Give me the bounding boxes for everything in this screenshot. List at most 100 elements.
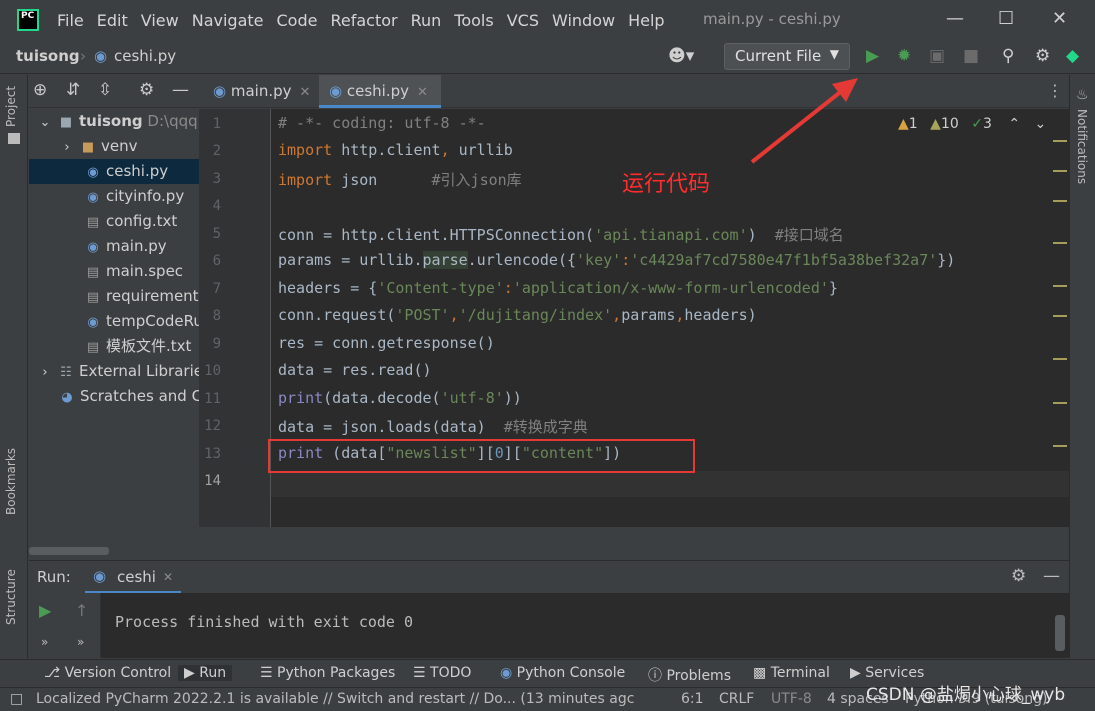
menu-view[interactable]: View	[141, 11, 179, 30]
menu-vcs[interactable]: VCS	[507, 11, 539, 30]
vertical-scrollbar[interactable]	[1055, 615, 1065, 651]
tree-item-label: tuisong	[79, 112, 143, 130]
menu-refactor[interactable]: Refactor	[330, 11, 397, 30]
tree-item-main[interactable]: ◉ main.py	[29, 234, 199, 259]
inspection-widget[interactable]: ▲1 ▲10 ✓3 ⌃ ⌄	[898, 116, 1046, 132]
tree-item-main-spec[interactable]: ▤ main.spec	[29, 259, 199, 284]
run-panel-title: Run:	[37, 568, 71, 586]
maximize-icon[interactable]: ☐	[998, 8, 1014, 29]
more-right-icon[interactable]: »	[77, 635, 84, 649]
tree-item-scratches[interactable]: ◕ Scratches and C	[29, 384, 199, 409]
chevron-right-icon: ›	[42, 365, 48, 380]
run-configuration-select[interactable]: Current File ▼	[724, 43, 850, 70]
menu-window[interactable]: Window	[552, 11, 615, 30]
more-left-icon[interactable]: »	[41, 635, 48, 649]
tab-version-control[interactable]: ⎇ Version Control	[44, 665, 171, 681]
tree-item-label: 模板文件.txt	[106, 337, 192, 355]
menu-help[interactable]: Help	[628, 11, 664, 30]
left-tool-strip: Project Bookmarks Structure	[0, 75, 28, 658]
tab-terminal[interactable]: ▩ Terminal	[753, 665, 830, 681]
tab-services[interactable]: ▶ Services	[850, 665, 924, 681]
scratches-icon: ◕	[61, 390, 73, 405]
status-box-icon[interactable]: □	[10, 691, 23, 707]
gear-icon[interactable]: ⚙	[1011, 566, 1026, 586]
locate-target-icon[interactable]: ⊕	[33, 80, 47, 100]
tree-item-tempcode[interactable]: ◉ tempCodeRu	[29, 309, 199, 334]
menu-tools[interactable]: Tools	[454, 11, 493, 30]
gear-icon[interactable]: ⚙	[1035, 46, 1050, 66]
menu-file[interactable]: File	[57, 11, 84, 30]
jetbrains-logo-icon[interactable]: ◆	[1066, 46, 1079, 66]
more-options-icon[interactable]: ⋮	[1047, 81, 1063, 100]
python-file-icon: ◉	[94, 47, 108, 65]
tab-python-packages[interactable]: ☰ Python Packages	[260, 665, 395, 681]
file-encoding[interactable]: UTF-8	[771, 691, 812, 707]
coverage-icon[interactable]: ▣	[929, 46, 945, 66]
tree-item-label: Scratches and C	[80, 387, 199, 405]
breadcrumb-file[interactable]: ceshi.py	[114, 47, 176, 65]
project-tool-label[interactable]: Project	[4, 86, 18, 127]
tree-item-ceshi[interactable]: ◉ ceshi.py	[29, 159, 199, 184]
tree-item-venv[interactable]: › ■ venv	[29, 134, 199, 159]
menu-navigate[interactable]: Navigate	[192, 11, 264, 30]
breadcrumb-project[interactable]: tuisong	[16, 47, 80, 65]
bookmarks-tool-label[interactable]: Bookmarks	[4, 448, 18, 515]
stop-icon[interactable]: ■	[963, 46, 979, 66]
services-icon: ▶	[850, 665, 861, 681]
text-file-icon: ▤	[86, 215, 100, 230]
rerun-icon[interactable]: ▶	[39, 601, 51, 620]
tab-run[interactable]: ▶ Run	[178, 665, 233, 681]
line-separator[interactable]: CRLF	[719, 691, 754, 707]
tab-todo[interactable]: ☰ TODO	[413, 665, 471, 681]
error-stripe[interactable]	[1053, 140, 1069, 470]
menu-run[interactable]: Run	[411, 11, 442, 30]
horizontal-scrollbar[interactable]	[29, 547, 109, 555]
minimize-icon[interactable]: —	[946, 8, 964, 29]
tab-python-console[interactable]: ◉ Python Console	[500, 665, 625, 681]
close-icon[interactable]: ✕	[300, 85, 311, 100]
run-tab-ceshi[interactable]: ◉ ceshi ✕	[85, 561, 181, 594]
library-icon: ☷	[60, 365, 72, 380]
chevron-up-icon[interactable]: ⌃	[1008, 116, 1020, 132]
run-toolbar: ▶ ↑ » »	[29, 593, 101, 658]
code-line: conn.request('POST','/dujitang/index',pa…	[278, 306, 757, 324]
tab-ceshi-py[interactable]: ◉ ceshi.py ✕	[319, 75, 441, 108]
python-file-icon: ◉	[93, 567, 107, 585]
up-arrow-icon[interactable]: ↑	[75, 601, 88, 620]
user-account-icon[interactable]: ☻▾	[668, 46, 694, 66]
menu-code[interactable]: Code	[277, 11, 318, 30]
navigation-bar: tuisong › ◉ ceshi.py ☻▾ Current File ▼ ▶…	[0, 40, 1095, 74]
hide-panel-icon[interactable]: —	[172, 80, 189, 100]
project-panel: ⊕ ⇵ ⇳ ⚙ — ⌄ ■ tuisong D:\qqq › ■ venv ◉ ceshi…	[29, 75, 199, 558]
caret-position[interactable]: 6:1	[681, 691, 704, 707]
hide-panel-icon[interactable]: —	[1043, 566, 1060, 586]
tab-main-py[interactable]: ◉ main.py ✕	[207, 75, 319, 108]
line-number: 8	[212, 308, 221, 324]
close-icon[interactable]: ✕	[417, 85, 428, 100]
debug-bug-icon[interactable]: ✹	[897, 46, 911, 66]
tree-item-config[interactable]: ▤ config.txt	[29, 209, 199, 234]
gear-icon[interactable]: ⚙	[139, 80, 154, 100]
status-message[interactable]: Localized PyCharm 2022.2.1 is available …	[36, 691, 644, 707]
collapse-all-icon[interactable]: ⇳	[98, 80, 112, 100]
tree-item-requirements[interactable]: ▤ requirement	[29, 284, 199, 309]
tree-item-external-libraries[interactable]: › ☷ External Librarie	[29, 359, 199, 384]
notifications-tool-label[interactable]: Notifications	[1075, 109, 1089, 184]
console-output: Process finished with exit code 0	[115, 613, 414, 631]
search-icon[interactable]: ⚲	[1002, 46, 1014, 66]
close-icon[interactable]: ✕	[163, 570, 173, 584]
tree-item-root[interactable]: ⌄ ■ tuisong D:\qqq	[29, 109, 199, 134]
line-number: 1	[212, 116, 221, 132]
structure-tool-label[interactable]: Structure	[4, 569, 18, 625]
chevron-down-icon[interactable]: ⌄	[1035, 116, 1047, 132]
tree-item-template-txt[interactable]: ▤ 模板文件.txt	[29, 334, 199, 359]
tree-item-cityinfo[interactable]: ◉ cityinfo.py	[29, 184, 199, 209]
tab-problems[interactable]: ⓘ Problems	[648, 665, 731, 685]
tree-item-label: config.txt	[106, 212, 178, 230]
run-icon[interactable]: ▶	[866, 46, 879, 66]
close-icon[interactable]: ✕	[1052, 8, 1067, 29]
text-file-icon: ▤	[86, 265, 100, 280]
bell-icon[interactable]: ♨	[1076, 87, 1089, 103]
expand-all-icon[interactable]: ⇵	[66, 80, 80, 100]
menu-edit[interactable]: Edit	[97, 11, 128, 30]
